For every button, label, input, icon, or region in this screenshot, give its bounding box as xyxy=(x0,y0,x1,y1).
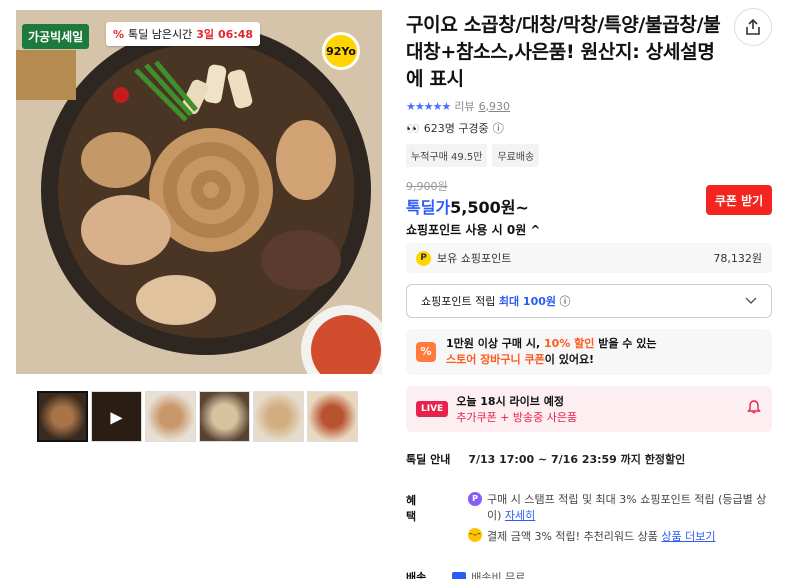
rating-row[interactable]: ★★★★★ 리뷰 6,930 xyxy=(406,98,510,114)
deal-percent-icon: % xyxy=(113,27,125,41)
live-benefit-text: 추가쿠폰 + 방송중 사은품 xyxy=(456,411,578,424)
chip-cumulative-purchase: 누적구매 49.5만 xyxy=(406,144,488,167)
product-chips: 누적구매 49.5만 무료배송 xyxy=(406,144,540,167)
thumbnail-4[interactable] xyxy=(199,391,250,442)
shipping-row: 배송 배송비 무료 xyxy=(406,569,525,579)
seller-logo: 92Yo xyxy=(322,32,360,70)
point-use-toggle[interactable]: 쇼핑포인트 사용 시 0원 ^ xyxy=(406,221,540,238)
sale-price-label: 톡딜가 xyxy=(406,198,451,217)
benefit-detail-link[interactable]: 자세히 xyxy=(505,509,535,522)
review-label: 리뷰 xyxy=(454,100,475,113)
deal-info-row: 톡딜 안내 7/13 17:00 ~ 7/16 23:59 까지 한정할인 xyxy=(406,451,685,467)
live-schedule-text: 오늘 18시 라이브 예정 xyxy=(456,395,564,408)
cart-coupon-text-c: 받을 수 있는 xyxy=(594,337,657,350)
cart-coupon-name: 스토어 장바구니 쿠폰 xyxy=(446,353,545,366)
thumbnail-6[interactable] xyxy=(307,391,358,442)
eyes-icon: 👀 xyxy=(406,121,420,135)
benefit-row-stamp: P 구매 시 스탬프 적립 및 최대 3% 쇼핑포인트 적립 (등급별 상이) … xyxy=(468,492,768,524)
deal-timer-label: 톡딜 남은시간 xyxy=(128,28,193,41)
percent-icon: % xyxy=(416,342,436,362)
point-balance-label: 보유 쇼핑포인트 xyxy=(437,252,512,265)
point-icon: P xyxy=(468,492,482,506)
play-icon: ▶ xyxy=(110,407,123,426)
shopping-point-balance: P 보유 쇼핑포인트 78,132원 xyxy=(406,243,772,273)
shipping-value: 배송비 무료 xyxy=(471,571,526,579)
deal-info-label: 톡딜 안내 xyxy=(406,453,451,466)
brand-badge: 가공빅세일 xyxy=(22,24,90,49)
share-button[interactable] xyxy=(734,8,772,46)
accum-label: 쇼핑포인트 적립 xyxy=(421,295,496,308)
deal-info-value: 7/13 17:00 ~ 7/16 23:59 까지 한정할인 xyxy=(468,453,686,466)
benefit-reward-text: 결제 금액 3% 적립! 추천리워드 상품 xyxy=(487,530,658,543)
thumbnail-5[interactable] xyxy=(253,391,304,442)
benefit-label: 혜택 xyxy=(406,494,417,523)
point-accumulation-dropdown[interactable]: 쇼핑포인트 적립 최대 100원 ⓘ xyxy=(406,284,772,318)
shipping-label: 배송 xyxy=(406,571,427,579)
cart-coupon-discount: 10% 할인 xyxy=(544,337,595,350)
point-balance-amount: 78,132원 xyxy=(713,252,762,265)
share-icon xyxy=(746,18,760,35)
deal-timer: % 톡딜 남은시간 3일 06:48 xyxy=(106,22,261,46)
accum-max: 최대 100원 xyxy=(498,295,556,308)
sale-price: 5,500원~ xyxy=(450,198,529,217)
cart-coupon-banner[interactable]: % 1만원 이상 구매 시, 10% 할인 받을 수 있는 스토어 장바구니 쿠… xyxy=(406,329,772,375)
viewing-count: 👀 623명 구경중 ⓘ xyxy=(406,120,504,136)
coupon-button[interactable]: 쿠폰 받기 xyxy=(706,185,772,215)
live-schedule-banner[interactable]: LIVE 오늘 18시 라이브 예정 추가쿠폰 + 방송중 사은품 xyxy=(406,386,772,432)
point-icon: P xyxy=(416,250,431,266)
review-count: 6,930 xyxy=(478,99,511,113)
bell-icon[interactable] xyxy=(746,399,762,419)
cart-coupon-text-a: 1만원 이상 구매 시, xyxy=(446,337,544,350)
benefit-row-reward: ᵔᵕᵔ 결제 금액 3% 적립! 추천리워드 상품 상품 더보기 xyxy=(468,528,768,544)
live-badge: LIVE xyxy=(416,401,449,417)
cart-coupon-text-d: 이 있어요! xyxy=(544,353,595,366)
benefit-more-link[interactable]: 상품 더보기 xyxy=(661,530,715,543)
thumbnail-1[interactable] xyxy=(37,391,88,442)
deal-time: 06:48 xyxy=(218,27,254,41)
chevron-down-icon xyxy=(745,297,757,304)
thumbnail-3[interactable] xyxy=(145,391,196,442)
thumbnail-strip: ▶ xyxy=(37,391,358,442)
info-icon[interactable]: ⓘ xyxy=(493,120,504,136)
thumbnail-2[interactable]: ▶ xyxy=(91,391,142,442)
truck-icon xyxy=(452,572,467,579)
original-price: 9,900원 xyxy=(406,180,448,193)
deal-days: 3일 xyxy=(196,28,215,41)
smile-icon: ᵔᵕᵔ xyxy=(468,528,482,542)
info-icon[interactable]: ⓘ xyxy=(560,295,571,308)
sale-price-row: 톡딜가5,500원~ xyxy=(406,194,529,218)
viewing-text: 623명 구경중 xyxy=(423,122,489,135)
chip-free-shipping: 무료배송 xyxy=(492,144,540,167)
star-rating-icon: ★★★★★ xyxy=(406,99,451,113)
product-main-image: 가공빅세일 % 톡딜 남은시간 3일 06:48 92Yo xyxy=(16,10,382,374)
product-title: 구이요 소곱창/대창/막창/특양/불곱창/불대창+참소스,사은품! 원산지: 상… xyxy=(406,14,721,90)
